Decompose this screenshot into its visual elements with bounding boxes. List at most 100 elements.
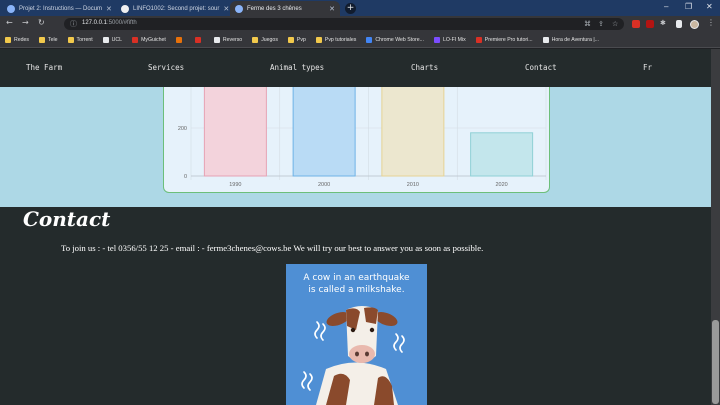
y-tick-label: 200: [178, 126, 187, 132]
nav-animal-types[interactable]: Animal types: [270, 63, 324, 72]
bookmark-label: Chrome Web Store...: [375, 36, 424, 43]
close-tab-icon[interactable]: ✕: [102, 5, 112, 13]
bookmark-folder-icon: [366, 36, 373, 43]
extension-icon[interactable]: [632, 20, 640, 28]
bookmark-label: Reverso: [222, 36, 243, 43]
bookmark-folder-icon: [475, 36, 482, 43]
x-tick-label: 2000: [318, 182, 330, 188]
tab-favicon-icon: [121, 4, 129, 13]
bookmark-label: Redes: [14, 36, 29, 43]
bookmark-item[interactable]: Pvp tutoriales: [315, 36, 357, 43]
bookmarks-bar: Redes Tele Torrent UCL MyGuichet Reverso Juego…: [0, 32, 720, 48]
bookmark-folder-icon: [5, 36, 11, 43]
minimize-button[interactable]: –: [664, 2, 668, 11]
contact-section: Contact To join us : - tel 0356/55 12 25…: [0, 207, 711, 405]
bookmark-item[interactable]: Premiere Pro tutori...: [475, 36, 533, 43]
new-tab-button[interactable]: +: [345, 3, 356, 14]
bookmark-label: UCL: [111, 36, 123, 43]
bookmark-item[interactable]: [194, 36, 204, 43]
bookmark-label: Pvp: [296, 36, 306, 43]
extension-icon[interactable]: [646, 20, 654, 28]
milkshake-cow-image: A cow in an earthquake is called a milks…: [286, 264, 427, 405]
bookmark-item[interactable]: Juegos: [252, 36, 278, 43]
side-panel-icon[interactable]: [676, 20, 682, 28]
close-tab-icon[interactable]: ✕: [219, 5, 229, 13]
bookmark-folder-icon: [252, 36, 259, 43]
bookmark-item[interactable]: LO-FI Mix: [433, 36, 466, 43]
x-tick-label: 1990: [229, 182, 241, 188]
scrollbar-thumb[interactable]: [712, 320, 719, 404]
tab-title: Ferme des 3 chênes: [247, 5, 302, 12]
nav-charts[interactable]: Charts: [411, 63, 438, 72]
bookmark-folder-icon: [542, 36, 549, 43]
bookmark-folder-icon: [315, 36, 322, 43]
contact-heading: Contact: [23, 207, 111, 231]
close-tab-icon[interactable]: ✕: [325, 5, 335, 13]
bookmark-item[interactable]: MyGuichet: [132, 36, 166, 43]
menu-dots-icon[interactable]: ⋮: [707, 18, 715, 27]
page-viewport: 02004006001990200020102020 The Farm Serv…: [0, 49, 711, 405]
chart-bar: [470, 132, 534, 177]
bookmark-label: Tele: [48, 36, 58, 43]
browser-tab-strip: Projet 2: Instructions — Docum ✕ LINFO10…: [0, 0, 720, 16]
cow-illustration: [301, 306, 405, 405]
back-arrow-icon[interactable]: ←: [6, 18, 13, 27]
bookmark-folder-icon: [213, 36, 220, 43]
bookmark-folder-icon: [132, 36, 139, 43]
browser-toolbar: ← → ↻ ⓘ 127.0.0.1:5000/#fifth ⌘ ⇪ ☆ ✱ ⋮: [0, 16, 720, 32]
chart-card: 02004006001990200020102020: [163, 69, 550, 193]
bookmark-star-icon[interactable]: ☆: [612, 20, 618, 28]
y-tick-label: 0: [184, 174, 187, 180]
tab-favicon-icon: [235, 4, 243, 13]
tab-title: LINFO1002: Second projet: sour: [133, 5, 220, 12]
x-tick-label: 2010: [407, 182, 419, 188]
bookmark-folder-icon: [194, 36, 201, 43]
bookmark-label: LO-FI Mix: [442, 36, 466, 43]
address-bar[interactable]: ⓘ 127.0.0.1:5000/#fifth ⌘ ⇪ ☆: [64, 18, 624, 30]
forward-arrow-icon[interactable]: →: [22, 18, 29, 27]
bookmark-label: MyGuichet: [141, 36, 166, 43]
bookmark-label: Hora de Aventura |...: [551, 36, 599, 43]
bookmark-item[interactable]: Reverso: [213, 36, 243, 43]
bookmark-item[interactable]: Hora de Aventura |...: [542, 36, 599, 43]
nav-language-fr[interactable]: Fr: [643, 63, 652, 72]
bar-chart: 02004006001990200020102020: [178, 69, 547, 188]
tab-title: Projet 2: Instructions — Docum: [19, 5, 103, 12]
reload-icon[interactable]: ↻: [38, 18, 45, 27]
bookmark-folder-icon: [67, 36, 74, 43]
tab-favicon-icon: [7, 4, 15, 13]
contact-info-text: To join us : - tel 0356/55 12 25 - email…: [61, 243, 484, 253]
nav-services[interactable]: Services: [148, 63, 184, 72]
close-window-button[interactable]: ✕: [706, 2, 713, 11]
bookmark-folder-icon: [433, 36, 440, 43]
address-url: 127.0.0.1:5000/#fifth: [82, 20, 137, 26]
nav-the-farm[interactable]: The Farm: [26, 63, 62, 72]
bookmark-item[interactable]: Chrome Web Store...: [366, 36, 424, 43]
bookmark-folder-icon: [287, 36, 294, 43]
bookmark-label: Juegos: [261, 36, 278, 43]
bookmark-item[interactable]: Redes: [5, 36, 29, 43]
nav-contact[interactable]: Contact: [525, 63, 557, 72]
profile-avatar[interactable]: [690, 20, 699, 29]
bookmark-label: Torrent: [76, 36, 93, 43]
site-info-icon[interactable]: ⓘ: [70, 19, 77, 29]
bookmark-item[interactable]: Pvp: [287, 36, 306, 43]
bookmark-folder-icon: [39, 36, 45, 43]
maximize-button[interactable]: ❐: [685, 2, 692, 11]
x-tick-label: 2020: [496, 182, 508, 188]
bookmark-folder-icon: [175, 36, 182, 43]
bookmark-label: Pvp tutoriales: [324, 36, 357, 43]
extensions-puzzle-icon[interactable]: ✱: [660, 19, 666, 27]
tab-ferme[interactable]: Ferme des 3 chênes ✕: [230, 1, 340, 16]
bookmark-item[interactable]: [175, 36, 185, 43]
bookmark-item[interactable]: UCL: [102, 36, 123, 43]
translate-icon[interactable]: ⌘: [584, 20, 591, 28]
bookmark-label: Premiere Pro tutori...: [484, 36, 533, 43]
bookmark-item[interactable]: Tele: [39, 36, 58, 43]
bookmark-item[interactable]: Torrent: [67, 36, 93, 43]
site-navbar: The Farm Services Animal types Charts Co…: [0, 49, 711, 87]
tab-instructions[interactable]: Projet 2: Instructions — Docum ✕: [2, 1, 115, 16]
share-icon[interactable]: ⇪: [598, 20, 604, 28]
bookmark-folder-icon: [102, 36, 109, 43]
tab-linfo[interactable]: LINFO1002: Second projet: sour ✕: [116, 1, 229, 16]
